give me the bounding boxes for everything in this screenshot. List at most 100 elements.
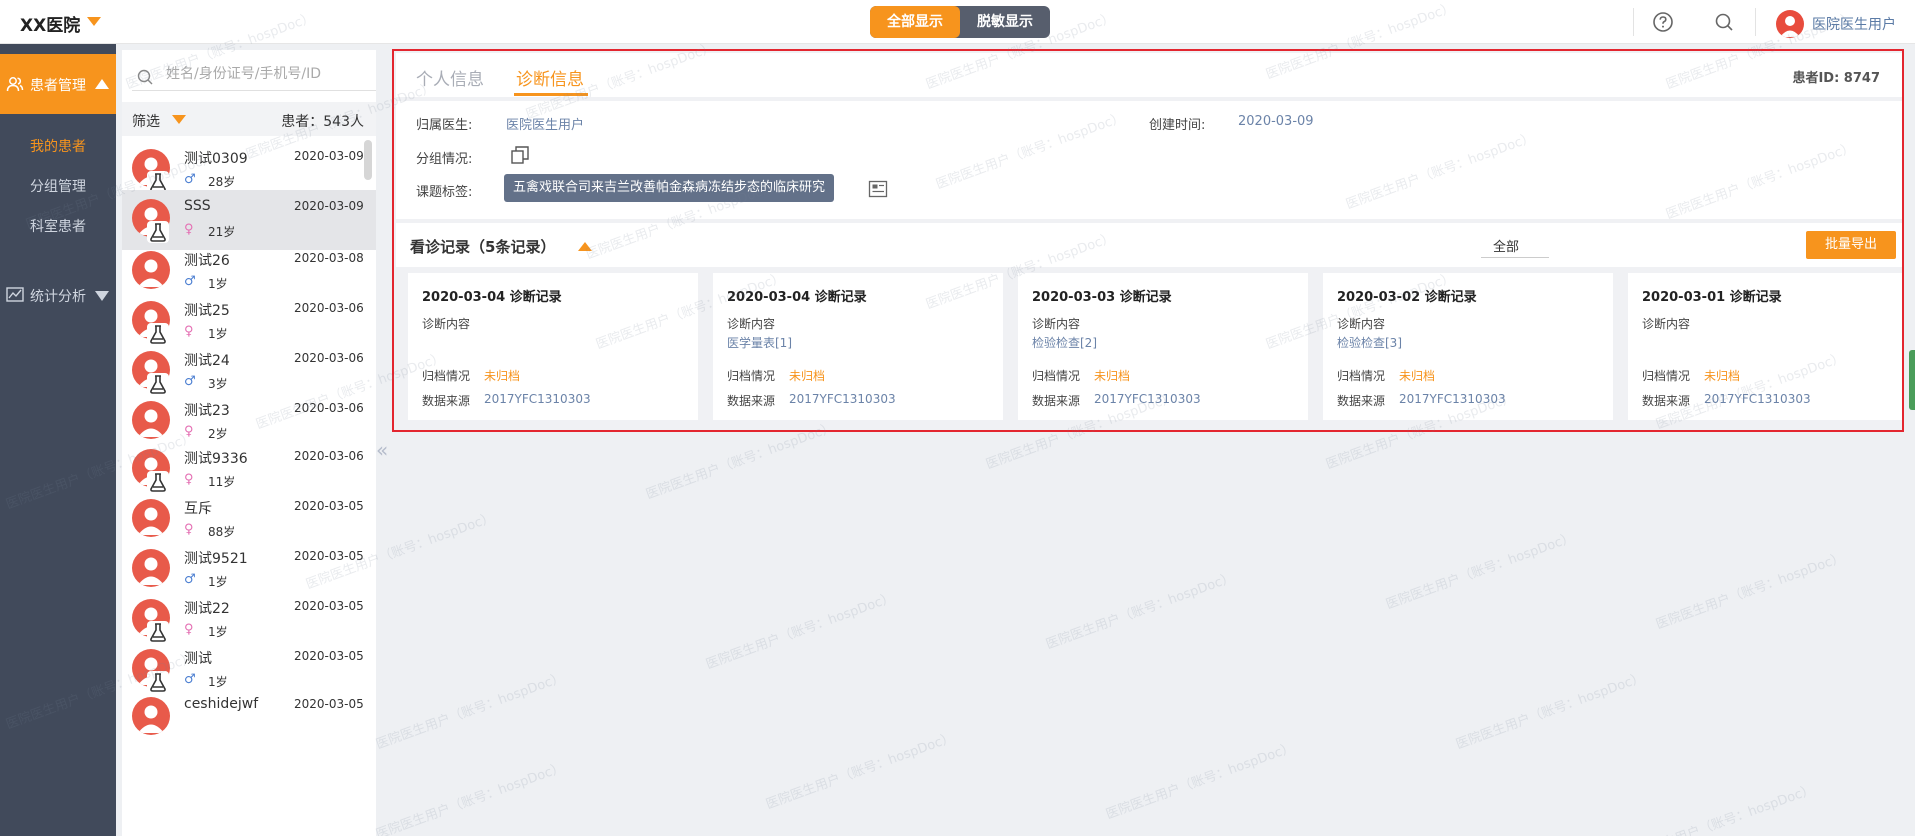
patient-age: 88岁 (208, 525, 236, 539)
patient-name: 测试23 (184, 403, 230, 419)
visit-card[interactable]: 2020-03-04 诊断记录 诊断内容 医学量表[1] 归档情况 未归档 数据来源 201… (713, 273, 1003, 420)
created-label: 创建时间: (1149, 118, 1206, 133)
archive-status: 未归档 (1704, 369, 1741, 383)
patient-date: 2020-03-06 (294, 449, 364, 463)
archive-status: 未归档 (1094, 369, 1131, 383)
full-display-option[interactable]: 全部显示 (870, 6, 960, 38)
sex-icon: ♀ (184, 472, 194, 487)
visit-title: 2020-03-02 诊断记录 (1337, 290, 1477, 305)
tag-edit-icon[interactable] (868, 179, 888, 199)
patient-name: 测试0309 (184, 151, 248, 167)
source-label: 数据来源 (727, 394, 776, 408)
nav-statistics[interactable]: 统计分析 (30, 286, 86, 306)
collapse-list-icon[interactable]: « (376, 438, 388, 462)
nav-patient-management[interactable]: 患者管理 (0, 54, 116, 114)
side-handle[interactable] (1909, 350, 1915, 410)
visit-card[interactable]: 2020-03-04 诊断记录 诊断内容 归档情况 未归档 数据来源 2017YFC131… (408, 273, 698, 420)
masked-display-option[interactable]: 脱敏显示 (960, 6, 1050, 38)
patient-date: 2020-03-09 (294, 149, 364, 163)
archive-status: 未归档 (1399, 369, 1436, 383)
patient-avatar (132, 697, 170, 735)
visit-title: 2020-03-04 诊断记录 (727, 290, 867, 305)
visit-title: 2020-03-03 诊断记录 (1032, 290, 1172, 305)
visit-content-label: 诊断内容 (422, 317, 471, 331)
sex-icon: ♂ (184, 672, 196, 687)
topic-label: 课题标签: (416, 185, 473, 200)
created-value: 2020-03-09 (1238, 114, 1314, 129)
patient-date: 2020-03-08 (294, 251, 364, 265)
chevron-down-icon[interactable] (95, 291, 109, 301)
tab-personal-info[interactable]: 个人信息 (416, 65, 484, 90)
copy-icon[interactable] (510, 145, 530, 165)
batch-export-button[interactable]: 批量导出 (1806, 231, 1896, 259)
visit-records-title: 看诊记录（5条记录） (410, 238, 556, 256)
help-icon[interactable] (1652, 11, 1674, 33)
patient-age: 11岁 (208, 475, 236, 489)
sex-icon: ♂ (184, 172, 196, 187)
patient-avatar (132, 549, 170, 587)
visit-card[interactable]: 2020-03-01 诊断记录 诊断内容 归档情况 未归档 数据来源 2017YFC131… (1628, 273, 1902, 420)
detail-tabs: 个人信息 诊断信息 患者ID: 8747 (396, 53, 1902, 97)
watermark-text: 医院医生用户（账号：hospDoc） (1044, 570, 1237, 653)
visit-card[interactable]: 2020-03-02 诊断记录 诊断内容 检验检查[3] 归档情况 未归档 数据来源 201… (1323, 273, 1613, 420)
source-label: 数据来源 (1642, 394, 1691, 408)
nav-label: 患者管理 (30, 78, 86, 94)
user-menu[interactable]: 医院医生用户 (1776, 10, 1896, 38)
filter-button[interactable]: 筛选 (132, 111, 160, 131)
nav-dept-patients[interactable]: 科室患者 (30, 216, 86, 236)
patient-info-section: 归属医生: 医院医生用户 创建时间: 2020-03-09 分组情况: 课题标签… (396, 101, 1902, 219)
top-bar: XX医院 全部显示 脱敏显示 医院医生用户 (0, 0, 1915, 44)
group-label: 分组情况: (416, 152, 473, 167)
search-icon[interactable] (1713, 11, 1735, 33)
patient-date: 2020-03-06 (294, 301, 364, 315)
user-name: 医院医生用户 (1812, 17, 1896, 33)
sex-icon: ♀ (184, 222, 194, 237)
visit-records-section: 看诊记录（5条记录） 全部 批量导出 2020-03-04 诊断记录 诊断内容 归档… (396, 223, 1902, 430)
hospital-dropdown-icon[interactable] (87, 17, 101, 26)
patient-avatar (132, 401, 170, 439)
visit-title: 2020-03-04 诊断记录 (422, 290, 562, 305)
collapse-visits-icon[interactable] (578, 242, 592, 251)
nav-my-patients[interactable]: 我的患者 (30, 136, 86, 156)
patient-search-input[interactable] (166, 66, 356, 82)
patient-date: 2020-03-05 (294, 649, 364, 663)
source-value: 2017YFC1310303 (1094, 392, 1201, 406)
patient-name: 测试9521 (184, 551, 248, 567)
visit-card[interactable]: 2020-03-03 诊断记录 诊断内容 检验检查[2] 归档情况 未归档 数据来源 201… (1018, 273, 1308, 420)
visit-filter-value: 全部 (1493, 240, 1520, 255)
patient-age: 28岁 (208, 175, 236, 189)
patient-age: 1岁 (208, 625, 228, 639)
archive-label: 归档情况 (422, 369, 471, 383)
side-nav: 患者管理 我的患者 分组管理 科室患者 统计分析 (0, 44, 116, 836)
visit-detail-link[interactable]: 检验检查[2] (1032, 334, 1097, 351)
patient-row[interactable]: SSS 2020-03-09 ♀ 21岁 (122, 190, 376, 250)
doctor-value: 医院医生用户 (506, 118, 585, 133)
visit-detail-link[interactable]: 医学量表[1] (727, 334, 792, 351)
patient-name: 测试22 (184, 601, 230, 617)
divider (1633, 8, 1634, 36)
patient-name: ceshidejwf (184, 696, 259, 712)
hospital-name[interactable]: XX医院 (20, 11, 80, 36)
stats-icon (6, 287, 24, 302)
tab-diagnosis-info[interactable]: 诊断信息 (516, 65, 584, 90)
patient-date: 2020-03-06 (294, 351, 364, 365)
sex-icon: ♀ (184, 522, 194, 537)
list-scrollbar[interactable] (364, 140, 372, 180)
visit-detail-link[interactable]: 检验检查[3] (1337, 334, 1402, 351)
nav-group-management[interactable]: 分组管理 (30, 176, 86, 196)
display-mode-toggle[interactable]: 全部显示 脱敏显示 (870, 6, 1050, 38)
watermark-text: 医院医生用户（账号：hospDoc） (1624, 782, 1817, 836)
visit-filter-select[interactable]: 全部 (1481, 236, 1549, 258)
visit-content-label: 诊断内容 (1032, 317, 1081, 331)
filter-dropdown-icon[interactable] (172, 115, 186, 124)
patient-row[interactable]: ceshidejwf 2020-03-05 (122, 688, 376, 748)
archive-label: 归档情况 (1337, 369, 1386, 383)
doctor-label: 归属医生: (416, 118, 473, 133)
patient-name: 测试 (184, 651, 212, 667)
patient-date: 2020-03-06 (294, 401, 364, 415)
sex-icon: ♂ (184, 374, 196, 389)
patient-avatar (132, 251, 170, 289)
patient-date: 2020-03-05 (294, 599, 364, 613)
sex-icon: ♀ (184, 324, 194, 339)
patient-id: 患者ID: 8747 (1792, 71, 1880, 86)
